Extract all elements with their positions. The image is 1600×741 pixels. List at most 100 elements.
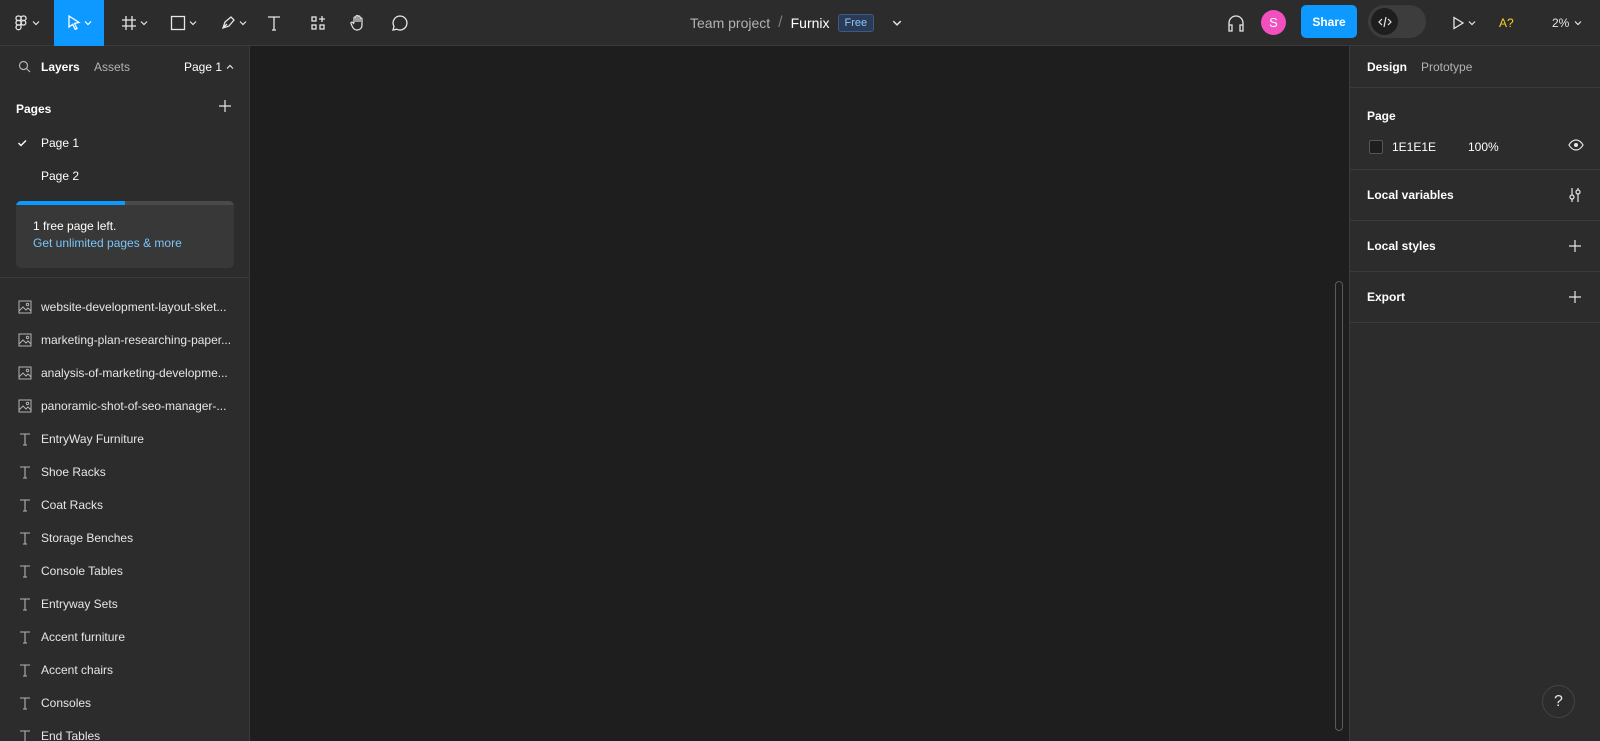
layer-row[interactable]: Console Tables bbox=[0, 554, 249, 587]
help-button[interactable]: ? bbox=[1542, 685, 1575, 718]
text-layer-icon bbox=[18, 630, 32, 644]
layer-name: analysis-of-marketing-developme... bbox=[41, 365, 228, 380]
headphones-icon bbox=[1228, 15, 1244, 32]
main-menu-button[interactable] bbox=[10, 0, 44, 46]
tab-prototype[interactable]: Prototype bbox=[1421, 60, 1472, 74]
page-limit-progress bbox=[16, 201, 234, 205]
page-selector[interactable]: Page 1 bbox=[184, 60, 234, 74]
local-styles-label: Local styles bbox=[1367, 239, 1436, 253]
page-item-label: Page 1 bbox=[41, 136, 80, 150]
text-layer-icon bbox=[18, 696, 32, 710]
layer-row[interactable]: analysis-of-marketing-developme... bbox=[0, 356, 249, 389]
user-avatar[interactable]: S bbox=[1261, 10, 1286, 35]
file-title: Team project / Furnix Free bbox=[690, 0, 902, 46]
text-layer-icon bbox=[18, 564, 32, 578]
page-opacity[interactable]: 100% bbox=[1468, 140, 1499, 154]
layer-row[interactable]: Accent chairs bbox=[0, 653, 249, 686]
page-limit-upsell: 1 free page left. Get unlimited pages & … bbox=[16, 201, 234, 268]
layer-row[interactable]: panoramic-shot-of-seo-manager-... bbox=[0, 389, 249, 422]
chevron-up-icon bbox=[226, 64, 234, 69]
layer-row[interactable]: Entryway Sets bbox=[0, 587, 249, 620]
shape-tool-button[interactable] bbox=[165, 0, 201, 46]
local-variables-label: Local variables bbox=[1367, 188, 1454, 202]
toolbar: Team project / Furnix Free S Share A? 2% bbox=[0, 0, 1600, 46]
layer-row[interactable]: Shoe Racks bbox=[0, 455, 249, 488]
chevron-down-icon bbox=[1574, 21, 1582, 26]
chevron-down-icon bbox=[239, 21, 246, 26]
eye-icon[interactable] bbox=[1568, 138, 1584, 152]
layer-row[interactable]: marketing-plan-researching-paper... bbox=[0, 323, 249, 356]
tab-layers[interactable]: Layers bbox=[41, 60, 80, 74]
comment-bubble-icon bbox=[392, 15, 408, 31]
components-grid-icon bbox=[311, 16, 325, 30]
tab-design[interactable]: Design bbox=[1367, 60, 1407, 74]
search-icon[interactable] bbox=[18, 60, 31, 73]
figma-logo-icon bbox=[14, 15, 27, 31]
comment-tool-button[interactable] bbox=[387, 0, 413, 46]
dev-mode-toggle[interactable] bbox=[1368, 5, 1426, 38]
layer-name: website-development-layout-sket... bbox=[41, 299, 227, 314]
panel-divider bbox=[0, 277, 249, 278]
text-layer-icon bbox=[18, 498, 32, 512]
zoom-menu[interactable]: 2% bbox=[1552, 0, 1582, 46]
local-variables-section[interactable]: Local variables bbox=[1350, 170, 1600, 221]
accessibility-check-button[interactable]: A? bbox=[1499, 0, 1514, 46]
layer-name: Storage Benches bbox=[41, 530, 134, 545]
file-name[interactable]: Furnix bbox=[791, 15, 830, 31]
page-limit-progress-fill bbox=[16, 201, 125, 205]
layer-name: Consoles bbox=[41, 695, 92, 710]
chevron-down-icon[interactable] bbox=[892, 18, 902, 28]
plan-badge[interactable]: Free bbox=[837, 14, 875, 32]
canvas[interactable] bbox=[250, 46, 1349, 741]
layer-row[interactable]: Accent furniture bbox=[0, 620, 249, 653]
layer-row[interactable]: End Tables bbox=[0, 719, 249, 741]
right-panel: Design Prototype Page 1E1E1E 100% Local … bbox=[1349, 46, 1600, 741]
left-panel-tabs: Layers Assets Page 1 bbox=[0, 46, 249, 88]
text-tool-button[interactable] bbox=[262, 0, 286, 46]
tab-assets[interactable]: Assets bbox=[94, 60, 130, 74]
page-color-swatch[interactable] bbox=[1369, 140, 1383, 154]
local-styles-section[interactable]: Local styles bbox=[1350, 221, 1600, 272]
pen-tool-button[interactable] bbox=[215, 0, 251, 46]
canvas-vertical-scrollbar[interactable] bbox=[1335, 281, 1343, 731]
upsell-link[interactable]: Get unlimited pages & more bbox=[33, 236, 182, 250]
image-layer-icon bbox=[18, 399, 32, 413]
layer-name: Entryway Sets bbox=[41, 596, 118, 611]
chevron-down-icon bbox=[84, 21, 91, 26]
text-layer-icon bbox=[18, 531, 32, 545]
zoom-level: 2% bbox=[1552, 16, 1570, 30]
text-t-icon bbox=[268, 16, 280, 31]
code-icon bbox=[1377, 16, 1392, 27]
present-button[interactable] bbox=[1446, 0, 1480, 46]
text-layer-icon bbox=[18, 465, 32, 479]
text-layer-icon bbox=[18, 597, 32, 611]
page-item-2[interactable]: Page 2 bbox=[0, 160, 249, 192]
layer-row[interactable]: website-development-layout-sket... bbox=[0, 290, 249, 323]
layer-row[interactable]: Coat Racks bbox=[0, 488, 249, 521]
image-layer-icon bbox=[18, 366, 32, 380]
page-color-hex[interactable]: 1E1E1E bbox=[1392, 140, 1436, 154]
layer-name: Shoe Racks bbox=[41, 464, 106, 479]
resources-button[interactable] bbox=[305, 0, 331, 46]
layer-name: marketing-plan-researching-paper... bbox=[41, 332, 232, 347]
sliders-icon[interactable] bbox=[1568, 187, 1582, 203]
layer-row[interactable]: Consoles bbox=[0, 686, 249, 719]
move-tool-button[interactable] bbox=[54, 0, 104, 46]
add-page-icon[interactable] bbox=[218, 99, 232, 113]
share-button[interactable]: Share bbox=[1301, 5, 1357, 38]
frame-tool-button[interactable] bbox=[116, 0, 152, 46]
plus-icon[interactable] bbox=[1568, 239, 1582, 253]
hand-tool-button[interactable] bbox=[345, 0, 371, 46]
project-name[interactable]: Team project bbox=[690, 15, 770, 31]
play-icon bbox=[1452, 16, 1464, 30]
cursor-arrow-icon bbox=[67, 15, 81, 31]
layer-name: Accent furniture bbox=[41, 629, 126, 644]
audio-button[interactable] bbox=[1222, 0, 1250, 46]
layer-row[interactable]: Storage Benches bbox=[0, 521, 249, 554]
plus-icon[interactable] bbox=[1568, 290, 1582, 304]
page-item-1[interactable]: Page 1 bbox=[0, 127, 249, 159]
breadcrumb-separator: / bbox=[778, 14, 783, 31]
layer-row[interactable]: EntryWay Furniture bbox=[0, 422, 249, 455]
hand-icon bbox=[350, 14, 363, 31]
export-section[interactable]: Export bbox=[1350, 272, 1600, 323]
